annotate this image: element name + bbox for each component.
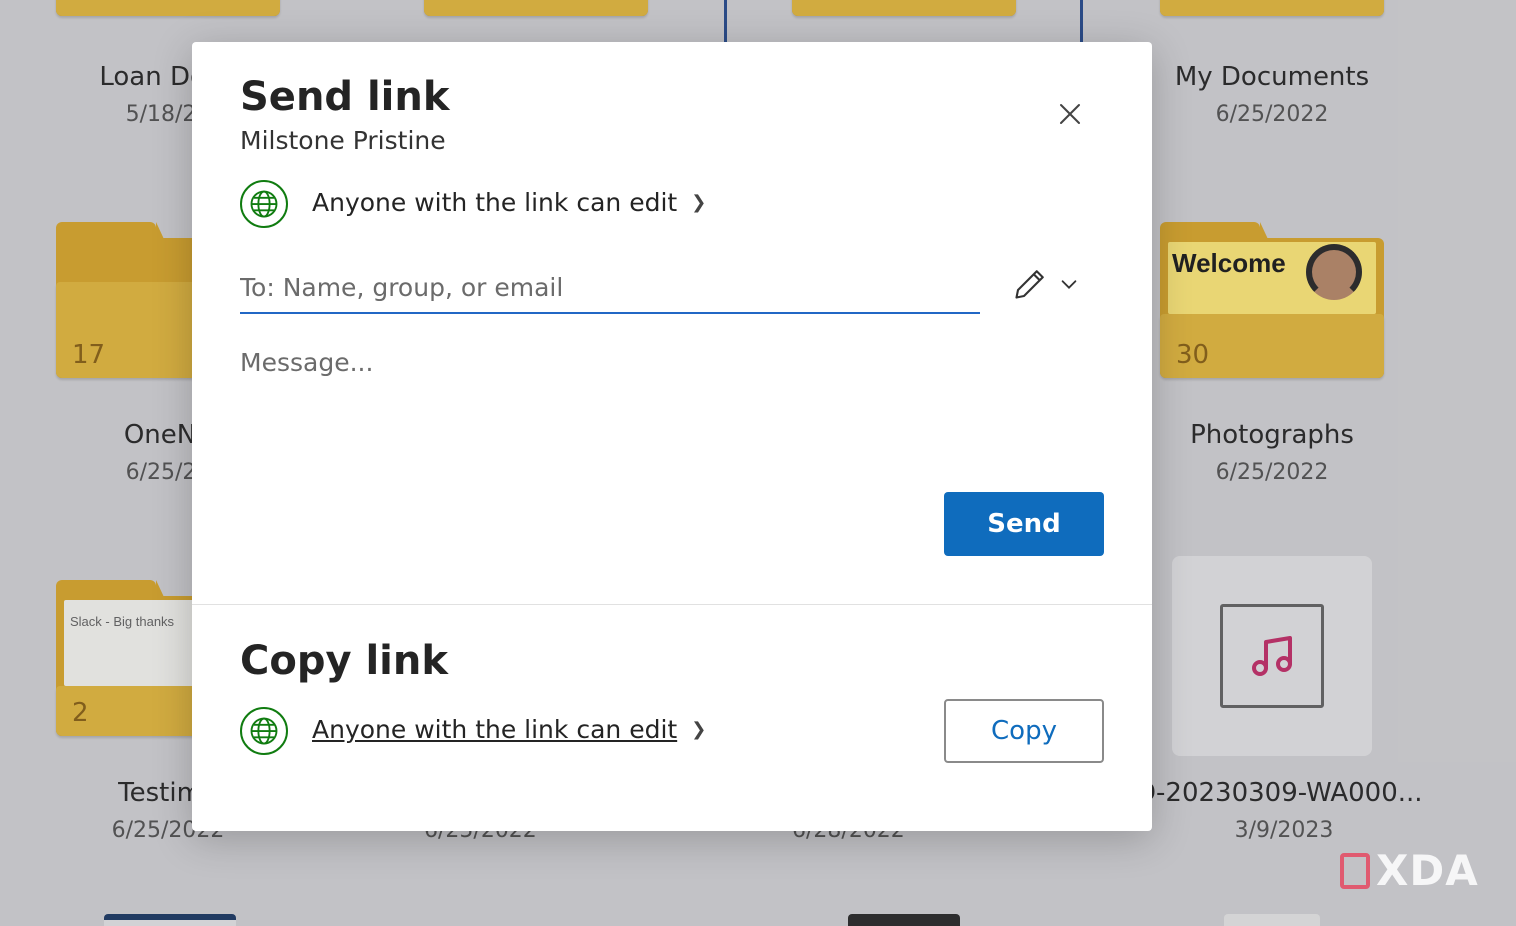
close-button[interactable] (1050, 94, 1090, 134)
send-button[interactable]: Send (944, 492, 1104, 556)
dialog-title: Send link (240, 74, 450, 120)
link-permission-label: Anyone with the link can edit (312, 188, 678, 217)
copy-button[interactable]: Copy (944, 699, 1104, 763)
globe-icon (240, 707, 288, 755)
chevron-down-icon (1061, 280, 1077, 289)
chevron-right-icon: ❯ (691, 192, 707, 213)
section-divider (192, 604, 1152, 605)
pencil-icon (1015, 270, 1044, 299)
dialog-subtitle: Milstone Pristine (240, 126, 446, 155)
message-input[interactable] (240, 348, 1100, 468)
link-permission-selector[interactable]: Anyone with the link can edit ❯ (312, 188, 706, 217)
chevron-right-icon: ❯ (691, 719, 707, 740)
send-link-dialog: Send link Milstone Pristine Anyone with … (192, 42, 1152, 831)
globe-icon (240, 180, 288, 228)
close-icon (1060, 104, 1080, 124)
copy-link-permission-selector[interactable]: Anyone with the link can edit ❯ (312, 715, 706, 744)
recipient-input[interactable] (240, 262, 980, 314)
watermark-text: XDA (1376, 846, 1479, 895)
copy-link-title: Copy link (240, 638, 448, 684)
copy-link-permission-label: Anyone with the link can edit (312, 715, 678, 744)
xda-watermark: XDA (1340, 846, 1479, 895)
recipient-permission-dropdown[interactable] (1012, 262, 1092, 306)
